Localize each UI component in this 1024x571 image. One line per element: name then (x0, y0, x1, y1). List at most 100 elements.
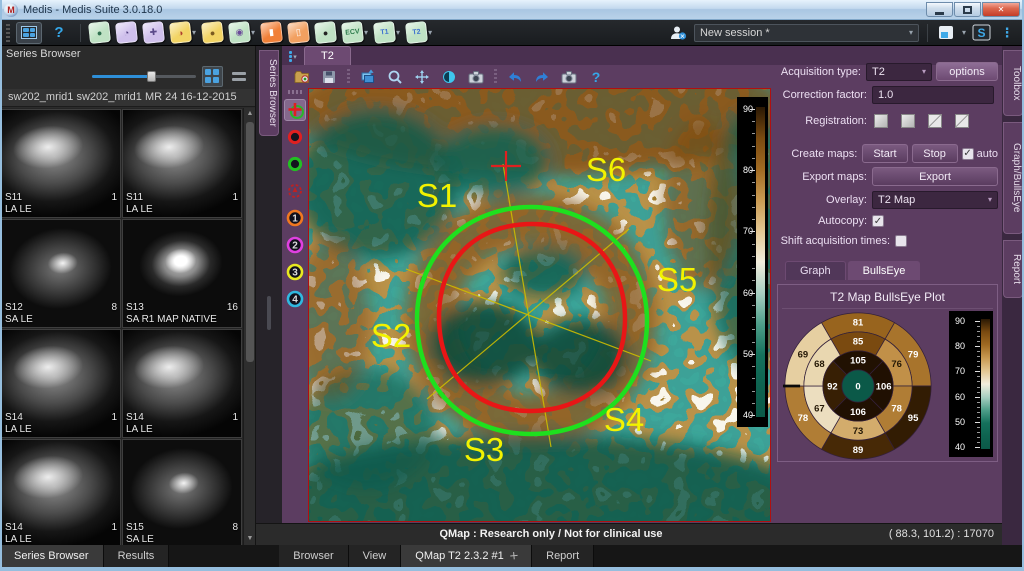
study-tab[interactable]: sw202_mrid1 sw202_mrid1 MR 24 16-12-2015 (0, 89, 255, 107)
snapshot-to-report-button[interactable] (557, 67, 581, 87)
t2-map-viewport[interactable]: S1S2S3S4S5S6 908070605040 (308, 88, 771, 522)
export-button[interactable]: Export (872, 167, 998, 186)
app-icon-t1[interactable]: T1 (373, 21, 396, 44)
app-icon-yellow-2[interactable]: ● (201, 21, 224, 44)
splitter-handle[interactable] (267, 296, 271, 330)
scrollbar-thumb[interactable] (246, 122, 254, 362)
tab-report[interactable]: Report (532, 545, 594, 567)
session-select[interactable]: New session * ▾ (694, 24, 919, 42)
chevron-down-icon[interactable]: ▾ (251, 28, 255, 37)
registration-stack-button[interactable] (899, 111, 919, 131)
thumbnail-s12[interactable]: S128 SA LE (1, 219, 121, 328)
app-icon-orange-2[interactable]: ▯ (287, 21, 310, 44)
chevron-down-icon[interactable]: ▾ (962, 28, 966, 37)
maximize-button[interactable] (954, 2, 981, 17)
layout-select-button[interactable] (936, 23, 958, 43)
side-tab-graph-bullseye[interactable]: Graph/BullsEye (1003, 122, 1023, 234)
app-icon-green-3[interactable]: ● (314, 21, 337, 44)
t2-map-image[interactable]: S1S2S3S4S5S6 (309, 89, 770, 521)
epi-contour-tool[interactable] (284, 153, 306, 175)
thumbnail-s14[interactable]: S141 LA LE (122, 329, 242, 438)
tab-qmap-t2[interactable]: QMap T2 2.3.2 #1✕ (401, 545, 532, 567)
app-icon-orange-1[interactable]: ▮ (260, 21, 283, 44)
slider-handle[interactable] (147, 71, 156, 82)
app-icon-green-1[interactable]: ● (88, 21, 111, 44)
tab-graph[interactable]: Graph (785, 261, 846, 280)
thumbnail-s15[interactable]: S158 SA LE (122, 439, 242, 548)
window-layout-button[interactable] (16, 22, 42, 44)
app-icon-ecv[interactable]: ECV (341, 21, 364, 44)
endo-contour-tool[interactable] (284, 126, 306, 148)
help-button[interactable]: ? (584, 67, 608, 87)
registration-none-button[interactable] (872, 111, 892, 131)
shift-acquisition-checkbox[interactable]: ✓ (895, 235, 907, 247)
scroll-down-icon[interactable]: ▼ (244, 533, 256, 545)
save-button[interactable] (317, 67, 341, 87)
user-icon[interactable]: ✕ (668, 23, 690, 43)
close-button[interactable]: ✕ (982, 2, 1020, 17)
pin-icon[interactable]: ✕ (506, 549, 519, 563)
auto-checkbox[interactable]: ✓ (962, 148, 974, 160)
help-button[interactable]: ? (46, 22, 72, 44)
thumbnail-s14[interactable]: S141 LA LE (1, 439, 121, 548)
overflow-menu-button[interactable]: ⋮ (996, 23, 1018, 43)
marker-tool[interactable] (284, 99, 306, 121)
thumbnail-s13[interactable]: S1316 SA R1 MAP NATIVE (122, 219, 242, 328)
suite-sync-button[interactable]: S (970, 23, 992, 43)
snapshot-button[interactable] (464, 67, 488, 87)
chevron-down-icon[interactable]: ▾ (396, 28, 400, 37)
acquisition-type-select[interactable]: T2▾ (866, 63, 932, 81)
app-icon-purple-1[interactable]: ◔ (115, 21, 138, 44)
label-3-tool[interactable]: 3 (284, 261, 306, 283)
options-button[interactable]: options (936, 62, 998, 81)
chevron-down-icon[interactable]: ▾ (428, 28, 432, 37)
tool-strip-grip[interactable] (288, 90, 302, 94)
chevron-down-icon[interactable]: ▾ (192, 28, 196, 37)
correction-factor-input[interactable] (872, 86, 994, 104)
grid-view-button[interactable] (202, 66, 222, 87)
autocopy-checkbox[interactable]: ✓ (872, 215, 884, 227)
thumbnail-s11[interactable]: S111 LA LE (1, 109, 121, 218)
window-level-button[interactable] (437, 67, 461, 87)
delete-contour-tool[interactable] (284, 180, 306, 202)
side-tab-toolbox[interactable]: Toolbox (1003, 50, 1023, 116)
label-4-tool[interactable]: 4 (284, 288, 306, 310)
tab-t2[interactable]: T2 (304, 46, 351, 65)
pan-button[interactable] (410, 67, 434, 87)
stack-browse-button[interactable] (356, 67, 380, 87)
tab-browser[interactable]: Browser (279, 545, 348, 567)
stop-button[interactable]: Stop (912, 144, 958, 163)
tab-list-icon[interactable]: ▾ (282, 48, 304, 65)
app-icon-green-2[interactable]: ◉ (228, 21, 251, 44)
app-icon-t2[interactable]: T2 (405, 21, 428, 44)
title-bar[interactable]: M Medis - Medis Suite 3.0.18.0 ✕ (0, 0, 1024, 20)
bullseye-plot[interactable]: 817995897869857678736768105106106920 (782, 311, 934, 461)
toolbar-grip[interactable] (6, 24, 10, 42)
open-button[interactable] (290, 67, 314, 87)
app-icon-purple-2[interactable]: ✚ (142, 21, 165, 44)
undo-button[interactable] (503, 67, 527, 87)
thumbnail-size-slider[interactable] (92, 69, 196, 83)
panel-splitter[interactable]: Series Browser (256, 46, 282, 545)
registration-diagonal-button[interactable] (926, 111, 946, 131)
tab-results[interactable]: Results (104, 545, 170, 567)
chevron-down-icon[interactable]: ▾ (364, 28, 368, 37)
label-1-tool[interactable]: 1 (284, 207, 306, 229)
app-icon-yellow-1[interactable]: ◑ (169, 21, 192, 44)
overlay-select[interactable]: T2 Map▾ (872, 191, 998, 209)
tab-view[interactable]: View (349, 545, 402, 567)
thumbnail-scrollbar[interactable]: ▲ ▼ (243, 108, 255, 545)
thumbnail-s11[interactable]: S111 LA LE (122, 109, 242, 218)
tab-series-browser[interactable]: Series Browser (0, 545, 104, 567)
list-view-button[interactable] (229, 66, 249, 87)
start-button[interactable]: Start (862, 144, 907, 163)
registration-diagonal-stack-button[interactable] (953, 111, 973, 131)
series-browser-vertical-tab[interactable]: Series Browser (259, 50, 279, 136)
zoom-button[interactable] (383, 67, 407, 87)
minimize-button[interactable] (926, 2, 953, 17)
tab-bullseye[interactable]: BullsEye (848, 261, 921, 280)
redo-button[interactable] (530, 67, 554, 87)
thumbnail-s14[interactable]: S141 LA LE (1, 329, 121, 438)
label-2-tool[interactable]: 2 (284, 234, 306, 256)
side-tab-report[interactable]: Report (1003, 240, 1023, 298)
